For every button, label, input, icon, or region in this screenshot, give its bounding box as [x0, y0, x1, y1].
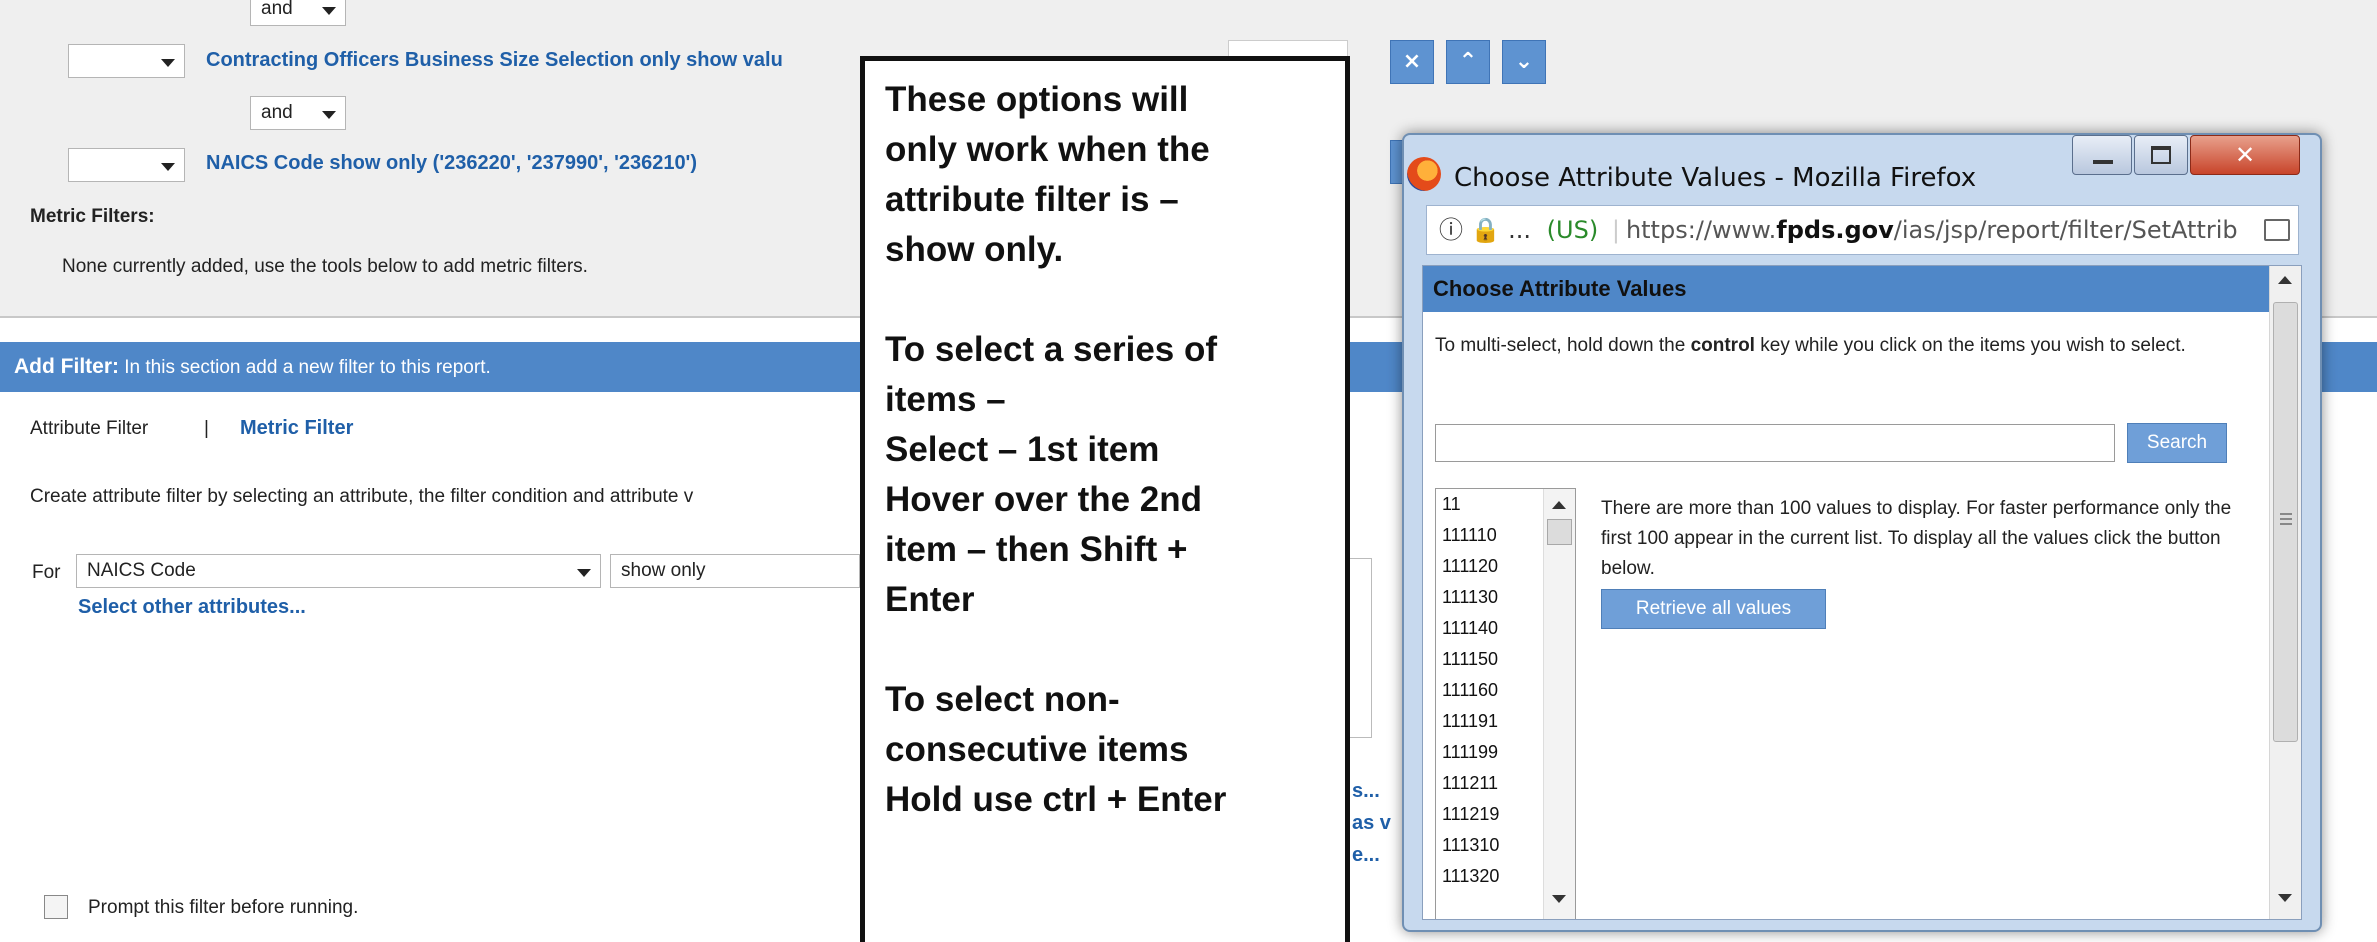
callout-line: Select – 1st item [885, 430, 1160, 469]
callout-line: item – then Shift + [885, 530, 1188, 569]
callout-line: items – [885, 380, 1006, 419]
values-limit-note: There are more than 100 values to displa… [1601, 498, 2232, 579]
and-select-1-value: and [261, 0, 293, 19]
content-scrollbar-thumb[interactable] [2273, 302, 2298, 742]
popup-window-title: Choose Attribute Values - Mozilla Firefo… [1454, 163, 1977, 193]
double-chevron-down-icon: ⌄ [1514, 49, 1534, 74]
firefox-logo-icon [1407, 157, 1441, 191]
chevron-down-icon [322, 7, 336, 15]
scroll-down-icon[interactable] [2278, 894, 2292, 902]
metric-filters-note: None currently added, use the tools belo… [62, 256, 588, 277]
callout-line: Enter [885, 580, 975, 619]
attribute-select[interactable]: NAICS Code [76, 554, 601, 588]
tab-separator: | [204, 418, 209, 439]
site-info-icon[interactable]: ⓘ 🔒 ... [1439, 216, 1531, 244]
scroll-up-icon[interactable] [1552, 501, 1566, 509]
close-icon: ✕ [2234, 141, 2256, 169]
url-path: /ias/jsp/report/filter/SetAttrib [1893, 216, 2238, 244]
chevron-down-icon [161, 59, 175, 67]
attribute-values-list[interactable]: 11 111110 111120 111130 111140 111150 11… [1435, 488, 1576, 919]
add-filter-title: Add Filter: [14, 355, 119, 378]
tab-metric-filter[interactable]: Metric Filter [240, 417, 353, 440]
instruction-callout: These options will only work when the at… [860, 56, 1350, 942]
operator-select-1[interactable] [68, 44, 185, 78]
list-scrollbar-thumb[interactable] [1547, 519, 1572, 545]
instr-text-2: key while you click on the items you wis… [1754, 335, 2186, 356]
minimize-button[interactable] [2072, 135, 2132, 175]
for-label: For [32, 562, 61, 583]
prompt-checkbox-label: Prompt this filter before running. [88, 897, 359, 918]
minimize-icon [2093, 160, 2113, 164]
callout-line: To select non- [885, 680, 1120, 719]
choose-values-header: Choose Attribute Values [1423, 266, 2269, 312]
maximize-icon [2151, 146, 2171, 164]
retrieve-all-values-button[interactable]: Retrieve all values [1601, 589, 1826, 629]
condition-select[interactable]: show only [610, 554, 860, 588]
tab-attribute-filter[interactable]: Attribute Filter [30, 418, 148, 440]
chevron-down-icon [161, 163, 175, 171]
attribute-search-input[interactable] [1435, 424, 2115, 462]
popup-content-area: Choose Attribute Values To multi-select,… [1422, 265, 2302, 920]
search-button[interactable]: Search [2127, 423, 2227, 463]
callout-line: These options will [885, 80, 1189, 119]
close-icon: × [1402, 49, 1422, 74]
link-fragment-1[interactable]: s... [1352, 780, 1380, 803]
callout-line: consecutive items [885, 730, 1189, 769]
callout-line: Hold use ctrl + Enter [885, 780, 1227, 819]
scroll-down-icon[interactable] [1552, 895, 1566, 903]
callout-line: To select a series of [885, 330, 1218, 369]
content-scrollbar[interactable] [2269, 266, 2301, 919]
add-filter-subtitle: In this section add a new filter to this… [124, 357, 491, 378]
url-region: (US) [1546, 216, 1599, 244]
double-chevron-up-icon: ⌃ [1458, 49, 1478, 74]
url-domain: fpds.gov [1776, 216, 1894, 244]
filter-row-contracting[interactable]: Contracting Officers Business Size Selec… [206, 49, 783, 72]
condition-select-value: show only [621, 560, 706, 581]
list-scrollbar[interactable] [1543, 489, 1575, 919]
chevron-down-icon [322, 111, 336, 119]
and-select-2-value: and [261, 102, 293, 123]
and-select-2[interactable]: and [250, 96, 346, 130]
metric-filters-label: Metric Filters: [30, 206, 155, 227]
attribute-filter-instructions: Create attribute filter by selecting an … [30, 486, 694, 507]
scroll-up-icon[interactable] [2278, 276, 2292, 284]
values-panel-edge [1350, 558, 1372, 738]
callout-line: show only. [885, 230, 1064, 269]
firefox-popup-window: Choose Attribute Values - Mozilla Firefo… [1402, 133, 2322, 932]
move-up-button[interactable]: ⌃ [1446, 40, 1490, 84]
url-scheme: https://www. [1625, 216, 1777, 244]
prompt-checkbox[interactable] [44, 895, 68, 919]
grip-icon [2280, 513, 2292, 515]
close-window-button[interactable]: ✕ [2190, 135, 2300, 175]
select-other-attributes-link[interactable]: Select other attributes... [78, 596, 306, 619]
callout-line: Hover over the 2nd [885, 480, 1203, 519]
callout-line: attribute filter is – [885, 180, 1179, 219]
multi-select-instructions: To multi-select, hold down the control k… [1435, 332, 2255, 360]
url-bar[interactable]: ⓘ 🔒 ... (US) | https://www.fpds.gov/ias/j… [1426, 205, 2299, 255]
operator-select-2[interactable] [68, 148, 185, 182]
reader-view-icon[interactable] [2264, 219, 2290, 241]
maximize-button[interactable] [2134, 135, 2188, 175]
link-fragment-3[interactable]: e... [1352, 844, 1380, 867]
and-select-1[interactable]: and [250, 0, 346, 26]
link-fragment-2[interactable]: as v [1352, 812, 1391, 835]
remove-filter-button[interactable]: × [1390, 40, 1434, 84]
instr-text: To multi-select, hold down the [1435, 335, 1691, 356]
instr-bold: control [1690, 335, 1755, 356]
callout-line: only work when the [885, 130, 1210, 169]
move-down-button[interactable]: ⌄ [1502, 40, 1546, 84]
chevron-down-icon [577, 569, 591, 577]
attribute-select-value: NAICS Code [87, 560, 196, 581]
filter-row-naics[interactable]: NAICS Code show only ('236220', '237990'… [206, 152, 697, 175]
